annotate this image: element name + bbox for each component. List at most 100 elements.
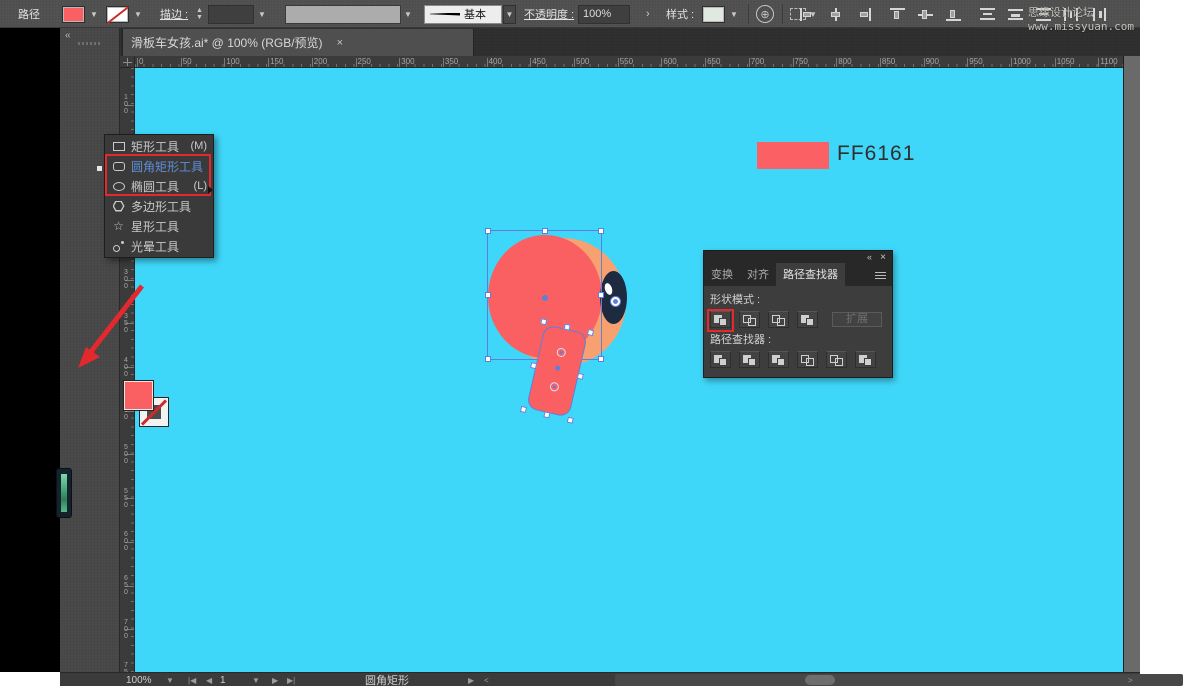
stroke-weight-field[interactable] [208,5,254,24]
toolbar-grip[interactable] [78,42,102,45]
stepper-down-icon[interactable]: ▼ [196,14,203,21]
horizontal-scrollbar[interactable] [615,674,1183,686]
selection-handle[interactable] [520,406,527,413]
collapsed-dock-fragment[interactable] [56,468,72,518]
ruler-label: 300 [401,57,414,66]
selection-handle[interactable] [577,373,584,380]
selection-handle[interactable] [485,228,491,234]
artboard-canvas[interactable]: FF6161 « × 变换对齐路径查找器 形状模式 : 扩展 路径查找器 : [135,68,1123,672]
trim-button[interactable] [739,351,760,368]
next-artboard-icon[interactable]: ▶ [272,676,278,685]
zoom-level-field[interactable]: 100% [126,673,152,687]
status-back-icon[interactable]: < [484,676,489,685]
menu-item-label: 矩形工具 [131,138,179,155]
merge-button[interactable] [768,351,789,368]
zoom-chevron-icon[interactable]: ▼ [166,676,174,685]
menu-item-flare-tool[interactable]: 光晕工具 [105,236,213,256]
menu-item-star-tool[interactable]: ☆星形工具 [105,216,213,236]
status-bar: 100% ▼ |◀ ◀ 1 ▼ ▶ ▶| 圆角矩形 ▶ < > [60,672,1140,686]
stepper-up-icon[interactable]: ▲ [196,7,203,14]
artboard-chevron-icon[interactable]: ▼ [252,676,260,685]
align-horizontal-center-icon[interactable] [828,8,843,21]
outline-button[interactable] [826,351,847,368]
brush-definition-select[interactable]: 基本 [424,5,502,24]
width-profile-select[interactable] [285,5,401,24]
tab-路径查找器[interactable]: 路径查找器 [776,263,845,286]
selection-handle[interactable] [485,356,491,362]
menu-item-rect-tool[interactable]: 矩形工具(M) [105,136,213,156]
align-right-icon[interactable] [856,8,871,21]
ruler-label: 600 [122,531,130,552]
ruler-tick [1011,58,1012,67]
selection-handle[interactable] [598,228,604,234]
vertical-scrollbar[interactable] [1123,56,1140,672]
align-vertical-center-icon[interactable] [918,8,933,21]
panel-collapse-icon[interactable]: « [867,252,872,262]
distribute-top-icon[interactable] [980,8,995,21]
stroke-weight-label[interactable]: 描边 : [160,0,188,28]
style-chevron-icon[interactable]: ▼ [730,10,738,19]
status-expand-icon[interactable]: ▶ [468,676,474,685]
document-tab-bar: 滑板车女孩.ai* @ 100% (RGB/预览) × [120,28,1140,56]
tab-对齐[interactable]: 对齐 [740,263,776,286]
ruler-label: 550 [620,57,633,66]
align-top-icon[interactable] [890,8,905,21]
scrollbar-thumb[interactable] [805,675,835,685]
ruler-label: 150 [270,57,283,66]
divide-button[interactable] [710,351,731,368]
scroll-right-icon[interactable]: > [1128,676,1133,685]
opacity-label[interactable]: 不透明度 : [524,0,574,28]
selection-handle[interactable] [540,318,547,325]
align-bottom-icon[interactable] [946,8,961,21]
document-tab[interactable]: 滑板车女孩.ai* @ 100% (RGB/预览) × [122,29,474,56]
selection-handle[interactable] [598,356,604,362]
brush-chevron-icon[interactable]: ▼ [503,5,516,24]
ruler-label: 800 [838,57,851,66]
intersect-button[interactable] [768,311,789,328]
opacity-field[interactable]: 100% [578,5,630,24]
prev-artboard-icon[interactable]: ◀ [206,676,212,685]
fill-color-chip[interactable] [62,6,85,23]
exclude-button[interactable] [797,311,818,328]
ruler-origin-box[interactable] [120,56,135,68]
stroke-weight-chevron-icon[interactable]: ▼ [258,10,266,19]
minus-front-button[interactable] [739,311,760,328]
pathfinder-panel: « × 变换对齐路径查找器 形状模式 : 扩展 路径查找器 : [703,250,893,378]
stroke-chevron-icon[interactable]: ▼ [134,10,142,19]
tab-close-icon[interactable]: × [337,37,343,49]
align-left-icon[interactable] [800,8,815,21]
toolbar-collapse-icon[interactable]: « [65,30,71,41]
ruler-label: 550 [122,488,130,509]
selection-handle[interactable] [542,228,548,234]
menu-item-hex-tool[interactable]: 多边形工具 [105,196,213,216]
distribute-vertical-center-icon[interactable] [1008,8,1023,21]
ruler-tick [705,58,706,67]
selection-handle[interactable] [543,411,550,418]
panel-close-icon[interactable]: × [880,252,886,263]
expand-button: 扩展 [832,312,882,327]
width-profile-chevron-icon[interactable]: ▼ [404,10,412,19]
last-artboard-icon[interactable]: ▶| [287,676,295,685]
ruler-tick [574,58,575,67]
stroke-stepper[interactable]: ▲ ▼ [196,0,203,28]
tab-变换[interactable]: 变换 [704,263,740,286]
first-artboard-icon[interactable]: |◀ [188,676,196,685]
selection-handle[interactable] [485,292,491,298]
fill-chevron-icon[interactable]: ▼ [90,10,98,19]
shape-tools-flyout-menu: 矩形工具(M)圆角矩形工具椭圆工具(L)多边形工具☆星形工具光晕工具 [104,134,214,258]
stroke-color-chip[interactable] [106,6,129,23]
crop-button[interactable] [797,351,818,368]
selection-handle[interactable] [567,417,574,424]
opacity-arrow-icon[interactable]: › [646,0,650,28]
panel-menu-icon[interactable] [875,272,886,280]
selection-handle[interactable] [598,292,604,298]
anchor-point-indicator[interactable] [611,297,620,306]
minus-back-button[interactable] [855,351,876,368]
current-tool-indicator: 圆角矩形 [365,673,409,687]
fill-swatch[interactable] [123,380,154,411]
style-chip[interactable] [702,6,725,23]
document-setup-icon[interactable]: ⊕ [756,5,774,23]
ruler-tick [137,58,138,67]
artboard-number-field[interactable]: 1 [220,673,226,687]
unite-button[interactable] [710,311,731,328]
